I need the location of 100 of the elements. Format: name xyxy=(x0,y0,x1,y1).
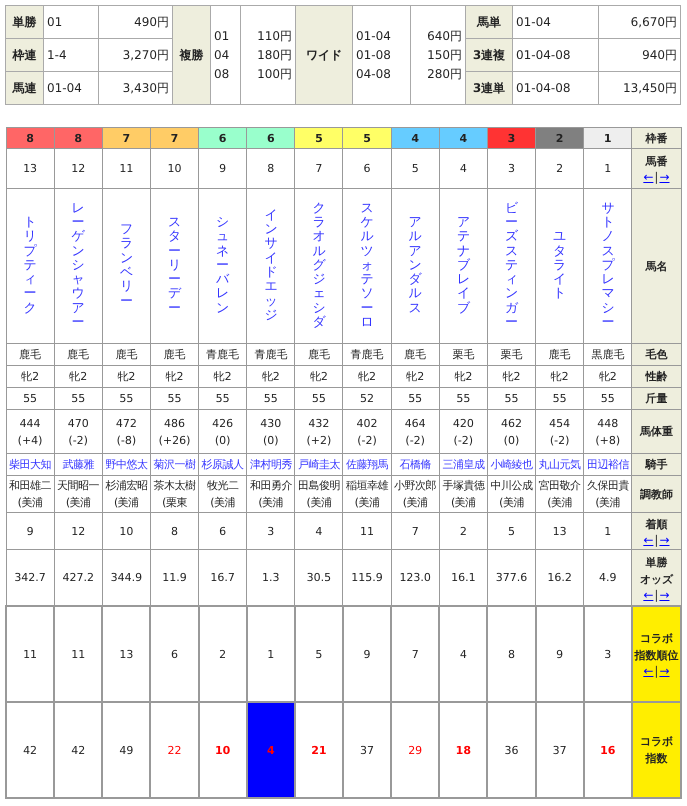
horse-name-link[interactable]: シュネーバレン xyxy=(216,216,230,316)
combination: 01-04 xyxy=(44,72,98,104)
sort-arrow-link[interactable]: → xyxy=(659,664,670,678)
combination: 01-04-08 xyxy=(512,38,598,72)
carried-weight: 55 xyxy=(600,392,615,405)
row-header-label: 着順 xyxy=(644,516,668,532)
index-rank: 5 xyxy=(315,648,322,660)
weight-change: (-2) xyxy=(548,432,570,448)
frame-number-cell: 6 xyxy=(198,128,247,148)
index-value: 18 xyxy=(456,744,471,756)
index-value: 37 xyxy=(360,744,374,756)
stable-name: (美浦 xyxy=(594,495,622,511)
finish-position: 5 xyxy=(508,524,515,538)
trainer-name: 宮田敬介 xyxy=(538,478,582,494)
row-header-label: コラボ xyxy=(638,631,674,647)
index-rank: 9 xyxy=(556,648,564,660)
body-weight: 444 xyxy=(18,416,42,432)
payout-amount: 110円 xyxy=(256,28,292,44)
frame-number-cell: 2 xyxy=(536,128,584,148)
stable-name: (美浦 xyxy=(354,495,380,511)
trainer-name: 久保田貴 xyxy=(586,478,630,494)
index-value: 16 xyxy=(600,744,616,756)
trainer-name: 田島俊明 xyxy=(296,478,341,494)
stable-name: (美浦 xyxy=(112,495,140,511)
index-rank: 6 xyxy=(170,648,178,660)
win-odds: 1.3 xyxy=(262,571,280,584)
row-header-label: オッズ xyxy=(638,572,674,588)
coat-color: 鹿毛 xyxy=(548,348,571,361)
sex-age: 牝2 xyxy=(358,370,376,383)
index-rank: 11 xyxy=(23,648,38,660)
carried-weight: 55 xyxy=(23,392,38,405)
bet-type-label: 単勝 xyxy=(6,6,44,38)
horse-name-link[interactable]: アルアンダルス xyxy=(408,216,422,316)
weight-change: (-2) xyxy=(404,432,426,448)
weight-change: (+8) xyxy=(594,432,622,448)
row-header-label: 馬番 xyxy=(644,154,668,170)
finish-position: 4 xyxy=(315,524,322,538)
bet-type-label: 複勝 xyxy=(172,6,210,104)
sex-age: 牝2 xyxy=(117,370,136,383)
sort-arrow-link[interactable]: → xyxy=(659,532,670,546)
body-weight: 470 xyxy=(66,416,90,432)
carried-weight: 52 xyxy=(360,392,374,405)
trainer-name: 中川公成 xyxy=(489,478,534,494)
combination: 01-04-08 xyxy=(512,72,598,104)
stable-name: (美浦 xyxy=(498,495,525,511)
body-weight: 426 xyxy=(211,416,234,432)
finish-position: 13 xyxy=(552,524,567,538)
horse-number: 7 xyxy=(315,162,322,175)
sex-age: 牝2 xyxy=(21,370,40,383)
index-value: 22 xyxy=(167,744,182,756)
finish-position: 6 xyxy=(219,524,226,538)
horse-name-link[interactable]: フランベリー xyxy=(120,223,133,309)
row-header-label: 馬名 xyxy=(644,258,668,274)
carried-weight: 55 xyxy=(456,392,470,405)
index-value: 42 xyxy=(71,744,86,756)
weight-change: (-2) xyxy=(452,432,474,448)
horse-name-link[interactable]: トリプティーク xyxy=(24,216,37,316)
horse-number: 8 xyxy=(267,162,274,175)
sort-arrow-link[interactable]: ← xyxy=(643,170,654,184)
body-weight: 420 xyxy=(452,416,475,432)
finish-position: 7 xyxy=(412,524,419,538)
payout-amount: 640円 xyxy=(426,28,462,44)
sort-arrow-link[interactable]: ← xyxy=(643,588,654,602)
row-header-label: 騎手 xyxy=(644,457,668,473)
row-header-label: コラボ xyxy=(638,734,674,750)
carried-weight: 55 xyxy=(552,392,567,405)
bet-type-label: 馬単 xyxy=(466,6,512,38)
row-header-label: 毛色 xyxy=(644,347,668,363)
horse-name-link[interactable]: ユタライト xyxy=(553,230,566,302)
index-rank: 4 xyxy=(460,648,467,660)
coat-color: 鹿毛 xyxy=(67,348,90,361)
row-header-label: 単勝 xyxy=(644,554,668,570)
horse-name-link[interactable]: アテナブレイブ xyxy=(456,216,470,316)
row-header-label: 指数順位 xyxy=(633,648,680,664)
carried-weight: 55 xyxy=(71,392,86,405)
payout-amount: 280円 xyxy=(426,66,462,82)
frame-number-cell: 5 xyxy=(342,128,392,148)
index-value: 36 xyxy=(504,744,518,756)
weight-change: (0) xyxy=(214,432,232,448)
finish-position: 3 xyxy=(267,524,274,538)
sort-arrow-link[interactable]: ← xyxy=(643,532,654,546)
horse-name-link[interactable]: スターリーデー xyxy=(168,216,181,316)
sort-arrow-link[interactable]: → xyxy=(659,588,670,602)
finish-position: 11 xyxy=(360,524,374,538)
row-header-label: 斤量 xyxy=(644,391,668,407)
index-value: 42 xyxy=(23,744,38,756)
stable-name: (美浦 xyxy=(546,495,574,511)
horse-number: 4 xyxy=(460,162,467,175)
trainer-name: 手塚貴徳 xyxy=(441,478,486,494)
trainer-name: 牧光二 xyxy=(206,478,240,494)
combination: 04 xyxy=(214,46,230,64)
index-rank: 11 xyxy=(71,648,86,660)
combination: 01 xyxy=(214,28,230,44)
horse-number: 10 xyxy=(167,162,182,175)
bet-type-label: 3連複 xyxy=(466,38,512,72)
payout-amount: 490円 xyxy=(98,6,172,38)
sort-arrow-link[interactable]: → xyxy=(659,170,670,184)
payout-amount: 100円 xyxy=(256,66,292,82)
stable-name: (美浦 xyxy=(209,495,236,511)
sort-arrow-link[interactable]: ← xyxy=(643,664,654,678)
